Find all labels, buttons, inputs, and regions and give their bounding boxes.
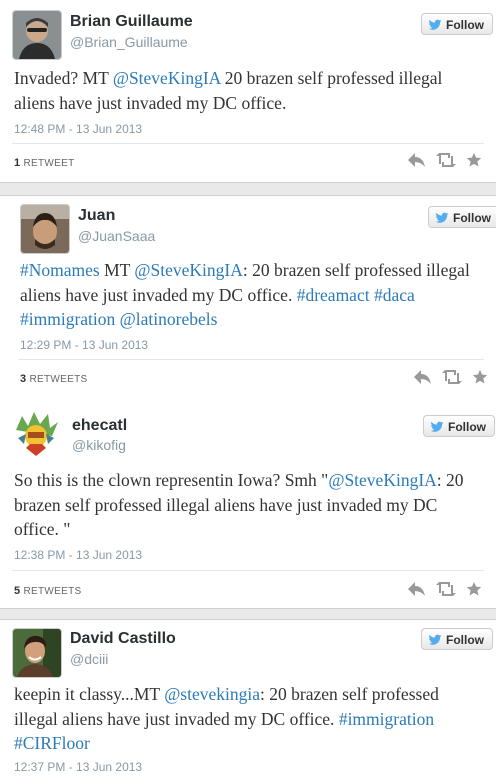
hashtag-link[interactable]: #Nomames xyxy=(20,260,100,280)
retweet-icon[interactable] xyxy=(436,152,456,168)
retweet-icon[interactable] xyxy=(436,581,456,597)
tweet-text: Invaded? MT @SteveKingIA 20 brazen self … xyxy=(14,66,454,115)
divider xyxy=(18,359,484,360)
reply-icon[interactable] xyxy=(408,152,426,168)
divider xyxy=(12,143,484,144)
user-name[interactable]: ehecatl xyxy=(72,417,127,435)
tweet-text: So this is the clown representin Iowa? S… xyxy=(14,468,474,542)
retweet-number: 1 xyxy=(14,157,21,169)
retweet-icon[interactable] xyxy=(442,369,462,385)
retweet-number: 3 xyxy=(20,373,27,385)
retweet-count[interactable]: 1 RETWEET xyxy=(14,157,75,169)
tweet-separator xyxy=(0,182,496,196)
tweet-card: Juan @JuanSaaa Follow #Nomames MT @Steve… xyxy=(0,196,496,396)
retweet-number: 5 xyxy=(14,585,21,597)
tweet-text-segment: keepin it classy...MT xyxy=(14,684,165,704)
retweet-label: RETWEETS xyxy=(29,374,88,385)
tweet-timestamp[interactable]: 12:48 PM - 13 Jun 2013 xyxy=(14,122,142,136)
tweet-timestamp[interactable]: 12:29 PM - 13 Jun 2013 xyxy=(20,338,148,352)
avatar[interactable] xyxy=(12,10,62,60)
retweet-label: RETWEET xyxy=(23,158,75,169)
tweet-actions xyxy=(408,152,484,170)
favorite-icon[interactable] xyxy=(466,152,482,168)
tweet-card: ehecatl @kikofig Follow So this is the c… xyxy=(0,398,496,608)
twitter-bird-icon xyxy=(435,212,449,223)
hashtag-link[interactable]: #immigration xyxy=(339,709,434,729)
user-name[interactable]: Juan xyxy=(78,207,115,225)
tweet-text: #Nomames MT @SteveKingIA: 20 brazen self… xyxy=(20,258,482,332)
favorite-icon[interactable] xyxy=(472,369,488,385)
user-handle[interactable]: @JuanSaaa xyxy=(78,228,155,244)
mention-link[interactable]: @SteveKingIA xyxy=(134,260,242,280)
follow-label: Follow xyxy=(453,211,491,225)
follow-label: Follow xyxy=(446,633,484,647)
avatar[interactable] xyxy=(12,628,62,678)
hashtag-link[interactable]: #immigration xyxy=(20,309,115,329)
user-handle[interactable]: @dciii xyxy=(70,651,108,667)
tweet-text-segment: Invaded? MT xyxy=(14,68,113,88)
hashtag-link[interactable]: #dreamact xyxy=(297,285,370,305)
tweet-timestamp[interactable]: 12:38 PM - 13 Jun 2013 xyxy=(14,548,142,562)
twitter-bird-icon xyxy=(428,19,442,30)
user-name[interactable]: Brian Guillaume xyxy=(70,13,193,31)
twitter-bird-icon xyxy=(430,421,444,432)
tweet-text-segment: MT xyxy=(99,260,135,280)
tweet-separator xyxy=(0,608,496,620)
twitter-bird-icon xyxy=(428,634,442,645)
user-handle[interactable]: @Brian_Guillaume xyxy=(70,34,188,50)
follow-label: Follow xyxy=(446,18,484,32)
tweet-timestamp[interactable]: 12:37 PM - 13 Jun 2013 xyxy=(14,760,142,774)
follow-label: Follow xyxy=(448,420,486,434)
reply-icon[interactable] xyxy=(408,581,426,597)
avatar[interactable] xyxy=(12,410,60,458)
mention-link[interactable]: @SteveKingIA xyxy=(113,68,221,88)
user-handle[interactable]: @kikofig xyxy=(72,437,126,453)
retweet-count[interactable]: 5 RETWEETS xyxy=(14,585,81,597)
retweet-label: RETWEETS xyxy=(23,586,82,597)
reply-icon[interactable] xyxy=(414,369,432,385)
hashtag-link[interactable]: #CIRFloor xyxy=(14,733,90,753)
follow-button[interactable]: Follow xyxy=(423,415,495,437)
follow-button[interactable]: Follow xyxy=(421,13,493,35)
mention-link[interactable]: @stevekingia xyxy=(164,684,260,704)
tweet-card: David Castillo @dciii Follow keepin it c… xyxy=(0,620,496,782)
mention-link[interactable]: @SteveKingIA xyxy=(328,470,436,490)
favorite-icon[interactable] xyxy=(466,581,482,597)
divider xyxy=(12,570,484,571)
avatar[interactable] xyxy=(20,204,70,254)
mention-link[interactable]: @latinorebels xyxy=(120,309,218,329)
follow-button[interactable]: Follow xyxy=(428,206,496,228)
follow-button[interactable]: Follow xyxy=(421,628,493,650)
tweet-actions xyxy=(414,369,490,387)
tweet-card: Brian Guillaume @Brian_Guillaume Follow … xyxy=(0,0,496,182)
tweet-text: keepin it classy...MT @stevekingia: 20 b… xyxy=(14,682,469,756)
retweet-count[interactable]: 3 RETWEETS xyxy=(20,373,87,385)
user-name[interactable]: David Castillo xyxy=(70,630,176,648)
tweet-text-segment: So this is the clown representin Iowa? S… xyxy=(14,470,329,490)
hashtag-link[interactable]: #daca xyxy=(374,285,415,305)
tweet-actions xyxy=(408,581,484,599)
